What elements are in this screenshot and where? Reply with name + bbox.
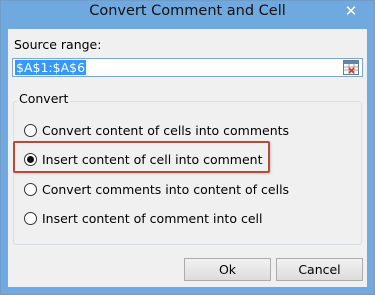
radio-button-selected[interactable] — [24, 152, 37, 166]
option-label: Convert comments into content of cells — [42, 181, 290, 197]
ok-button[interactable]: Ok — [184, 258, 271, 281]
convert-group-label: Convert — [17, 91, 71, 106]
title-bar[interactable]: Convert Comment and Cell ✕ — [1, 1, 374, 28]
dialog-body: Source range: $A$1:$A$6 Convert Convert … — [8, 29, 367, 287]
close-icon[interactable]: ✕ — [336, 1, 366, 21]
source-range-input[interactable]: $A$1:$A$6 — [12, 58, 363, 77]
range-select-icon[interactable] — [343, 60, 359, 75]
radio-button[interactable] — [24, 123, 37, 137]
option-label: Insert content of comment into cell — [42, 210, 263, 226]
option-label: Convert content of cells into comments — [42, 122, 290, 138]
option-cells-to-comments[interactable]: Convert content of cells into comments — [24, 121, 289, 139]
option-comments-to-cells[interactable]: Convert comments into content of cells — [24, 180, 289, 198]
source-range-label: Source range: — [14, 37, 102, 52]
window-title: Convert Comment and Cell — [89, 3, 286, 19]
option-insert-comment-into-cell[interactable]: Insert content of comment into cell — [24, 209, 262, 227]
option-label: Insert content of cell into comment — [42, 151, 263, 167]
source-range-value[interactable]: $A$1:$A$6 — [15, 60, 87, 75]
cancel-button[interactable]: Cancel — [276, 258, 363, 281]
radio-button[interactable] — [24, 211, 37, 225]
convert-comment-cell-dialog: Convert Comment and Cell ✕ Source range:… — [0, 0, 375, 295]
option-insert-cell-into-comment[interactable]: Insert content of cell into comment — [24, 150, 262, 168]
radio-button[interactable] — [24, 182, 37, 196]
